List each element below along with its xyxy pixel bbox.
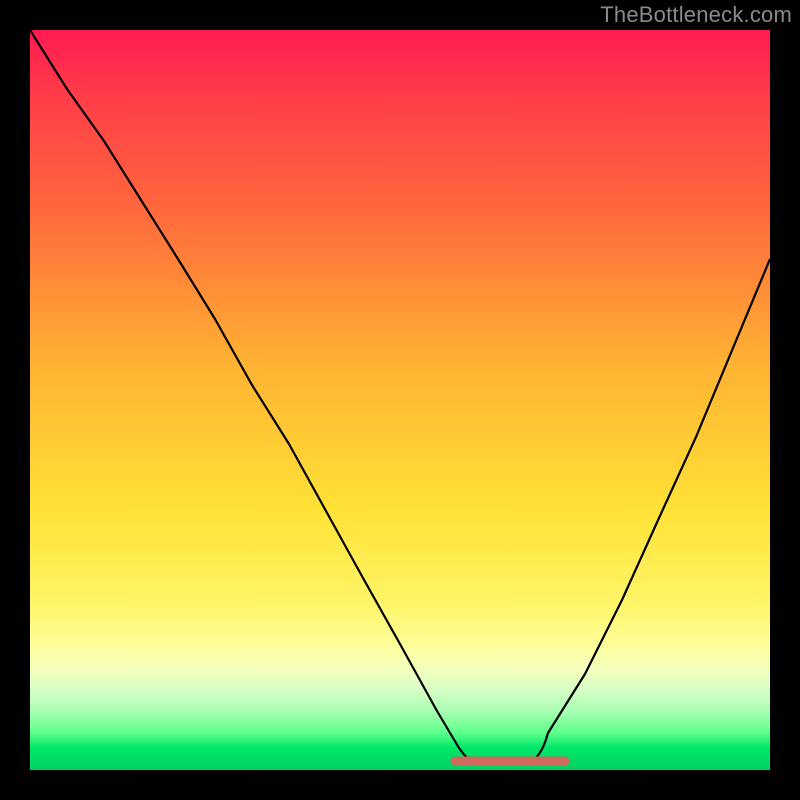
- watermark-text: TheBottleneck.com: [600, 2, 792, 28]
- plot-area: [30, 30, 770, 770]
- bottleneck-curve: [30, 30, 770, 762]
- chart-frame: TheBottleneck.com: [0, 0, 800, 800]
- curve-layer: [30, 30, 770, 770]
